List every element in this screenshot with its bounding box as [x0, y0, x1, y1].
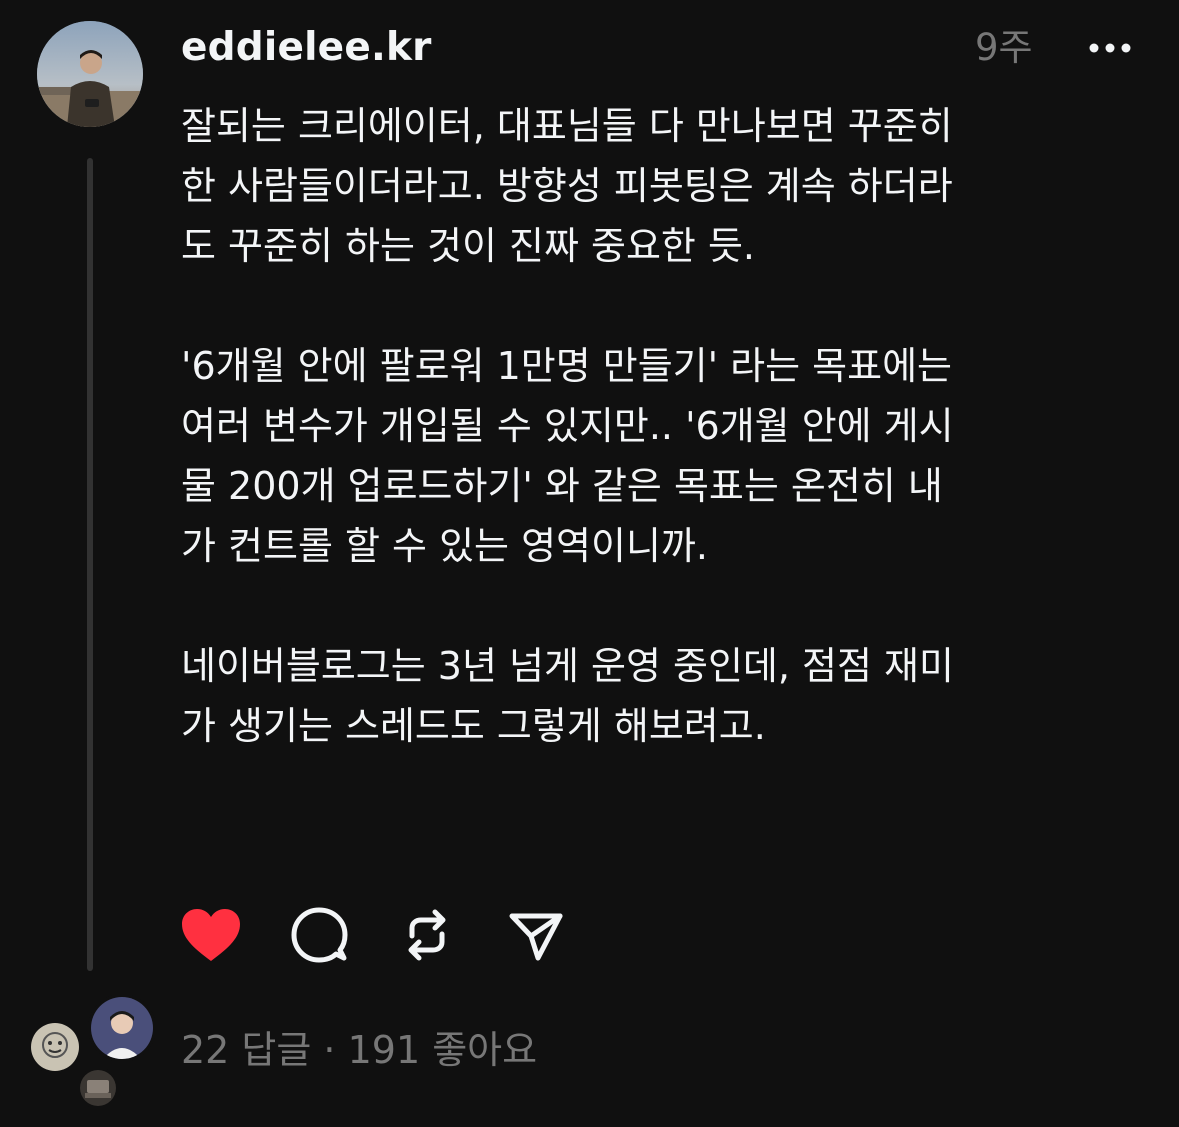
comment-bubble-icon: [291, 907, 348, 963]
username[interactable]: eddielee.kr: [181, 22, 432, 74]
heart-filled-icon: [182, 909, 240, 961]
post-timestamp: 9주: [975, 26, 1033, 69]
send-icon: [509, 913, 563, 961]
reply-like-stats[interactable]: 22 답글 · 191 좋아요: [181, 1020, 537, 1080]
replier-avatar: [77, 1067, 119, 1109]
replier-avatar: [28, 1020, 82, 1074]
share-button[interactable]: [502, 902, 568, 968]
post-paragraph: 네이버블로그는 3년 넘게 운영 중인데, 점점 재미 가 생기는 스레드도 그…: [181, 644, 954, 748]
more-options-button[interactable]: [1083, 30, 1137, 66]
post-paragraph: '6개월 안에 팔로워 1만명 만들기' 라는 목표에는 여러 변수가 개입될 …: [181, 344, 954, 568]
thread-line: [87, 158, 93, 971]
post-paragraph: 잘되는 크리에이터, 대표님들 다 만나보면 꾸준히 한 사람들이더라고. 방향…: [181, 104, 953, 268]
post-body: 잘되는 크리에이터, 대표님들 다 만나보면 꾸준히 한 사람들이더라고. 방향…: [181, 96, 1151, 756]
repost-button[interactable]: [394, 902, 460, 968]
author-avatar[interactable]: [37, 21, 143, 127]
like-button[interactable]: [178, 902, 244, 968]
more-horizontal-icon: [1089, 43, 1131, 53]
comment-button[interactable]: [286, 902, 352, 968]
repost-icon: [408, 909, 446, 961]
replier-avatar: [88, 994, 156, 1062]
